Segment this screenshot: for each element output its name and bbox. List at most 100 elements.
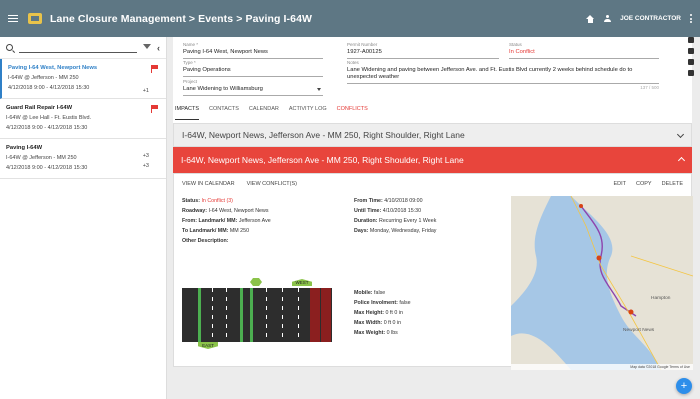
median-line	[198, 288, 201, 342]
max-height-value: 0 ft 0 in	[385, 310, 403, 316]
closed-shoulder	[321, 288, 331, 342]
app-logo-icon	[28, 13, 42, 24]
impact-time-info: From Time: 4/10/2018 09:00 Until Time: 4…	[354, 196, 504, 236]
list-item-title: Paving I-64W	[6, 145, 43, 151]
list-item[interactable]: Paving I-64 West, Newport News I-64W @ J…	[0, 59, 166, 99]
search-bar: ‹	[0, 37, 166, 59]
flag-icon	[151, 65, 158, 73]
delete-icon[interactable]	[688, 70, 694, 76]
impact-restrictions-info: Mobile: false Police Involment: false Ma…	[354, 288, 504, 338]
chevron-up-icon[interactable]	[677, 156, 686, 165]
duration-label: Duration:	[354, 218, 378, 224]
delete-button[interactable]: DELETE	[662, 181, 683, 187]
lane-line	[282, 288, 283, 342]
mobile-label: Mobile:	[354, 290, 373, 296]
from-landmark-label: From: Landmark/ MM:	[182, 218, 238, 224]
notes-count: 137 / 500	[640, 85, 659, 90]
info-icon[interactable]	[688, 37, 694, 43]
project-value: Lane Widening to Williamsburg	[183, 86, 263, 92]
list-item[interactable]: Paving I-64W I-64W @ Jefferson - MM 250 …	[0, 139, 166, 179]
median-line	[240, 288, 243, 342]
median-line	[250, 288, 253, 342]
tab-calendar[interactable]: CALENDAR	[249, 106, 279, 120]
chevron-down-icon[interactable]	[676, 130, 685, 139]
max-width-label: Max Width:	[354, 320, 383, 326]
list-item-dates: 4/12/2018 9:00 - 4/12/2018 15:30	[6, 165, 88, 171]
list-item[interactable]: Guard Rail Repair I-64W I-64W @ Lee Hall…	[0, 99, 166, 139]
view-in-calendar-button[interactable]: VIEW IN CALENDAR	[182, 181, 235, 187]
save-icon[interactable]	[688, 48, 694, 54]
status-field[interactable]: Status In Conflict	[509, 42, 659, 59]
permit-value[interactable]: 1927-A00125	[347, 49, 499, 59]
list-item-location: I-64W @ Jefferson - MM 250	[6, 155, 77, 161]
from-landmark-value: Jefferson Ave	[238, 218, 271, 224]
project-field[interactable]: Project Lane Widening to Williamsburg	[183, 79, 323, 96]
impact-title: I-64W, Newport News, Jefferson Ave - MM …	[182, 130, 465, 140]
other-description-label: Other Description:	[182, 238, 229, 244]
home-icon[interactable]	[586, 14, 595, 23]
edit-button[interactable]: EDIT	[613, 181, 626, 187]
tab-conflicts[interactable]: CONFLICTS	[337, 106, 368, 120]
breadcrumb: Lane Closure Management > Events > Pavin…	[50, 12, 313, 25]
type-value[interactable]: Paving Operations	[183, 67, 323, 77]
type-label: Type *	[183, 60, 196, 65]
user-name[interactable]: JOE CONTRACTOR	[620, 15, 681, 22]
lane-marker-icon	[250, 278, 262, 286]
view-conflicts-button[interactable]: VIEW CONFLICT(S)	[247, 181, 297, 187]
project-select[interactable]: Lane Widening to Williamsburg	[183, 86, 323, 96]
max-weight-label: Max Weight:	[354, 330, 386, 336]
permit-field[interactable]: Permit Number 1927-A00125	[347, 42, 499, 59]
event-list-panel: ‹ Paving I-64 West, Newport News I-64W @…	[0, 37, 167, 399]
search-input[interactable]	[19, 42, 137, 53]
notes-value[interactable]: Lane Widening and paving between Jeffers…	[347, 67, 659, 84]
list-item-location: I-64W @ Lee Hall - Ft. Eustis Blvd.	[6, 115, 92, 121]
status-value[interactable]: In Conflict	[509, 49, 659, 59]
lane-line	[226, 288, 227, 342]
user-icon	[604, 14, 612, 23]
project-label: Project	[183, 79, 198, 84]
list-item-dates: 4/12/2018 9:00 - 4/12/2018 15:30	[8, 85, 90, 91]
permit-label: Permit Number	[347, 42, 378, 47]
impact-header-collapsed[interactable]: I-64W, Newport News, Jefferson Ave - MM …	[173, 123, 692, 147]
tab-bar: IMPACTS CONTACTS CALENDAR ACTIVITY LOG C…	[173, 106, 368, 120]
police-label: Police Involment:	[354, 300, 398, 306]
refresh-icon[interactable]	[688, 59, 694, 65]
map-label: Newport News	[623, 328, 655, 333]
impact-location-info: Status: In Conflict (3) Roadway: I-64 We…	[182, 196, 342, 246]
notes-label: Notes	[347, 60, 359, 65]
collapse-panel-icon[interactable]: ‹	[157, 43, 160, 53]
roadway-label: Roadway:	[182, 208, 208, 214]
status-info-value: In Conflict (3)	[201, 198, 233, 204]
type-field[interactable]: Type * Paving Operations	[183, 60, 323, 77]
copy-button[interactable]: COPY	[636, 181, 652, 187]
status-label: Status	[509, 42, 522, 47]
max-weight-value: 0 lbs	[386, 330, 398, 336]
east-label: EAST	[198, 342, 218, 349]
max-width-value: 0 ft 0 in	[383, 320, 402, 326]
name-value[interactable]: Paving I-64 West, Newport News	[183, 49, 323, 59]
list-item-count: +3	[142, 163, 149, 169]
filter-icon[interactable]	[143, 44, 151, 51]
status-info-label: Status:	[182, 198, 200, 204]
list-item-count: +3	[142, 153, 149, 159]
list-item-count: +1	[142, 88, 149, 94]
list-item-title: Paving I-64 West, Newport News	[8, 65, 98, 71]
more-menu-icon[interactable]	[690, 14, 692, 23]
until-time-value: 4/10/2018 15:30	[382, 208, 422, 214]
tab-contacts[interactable]: CONTACTS	[209, 106, 239, 120]
add-button[interactable]: +	[676, 378, 692, 394]
tab-impacts[interactable]: IMPACTS	[175, 106, 200, 120]
police-value: false	[399, 300, 411, 306]
map[interactable]: Newport News Hampton Map data ©2018 Goog…	[511, 196, 693, 370]
menu-icon[interactable]	[8, 14, 18, 23]
lane-diagram	[182, 288, 332, 342]
from-time-value: 4/10/2018 09:00	[384, 198, 423, 204]
flag-icon	[151, 105, 158, 113]
name-field[interactable]: Name * Paving I-64 West, Newport News	[183, 42, 323, 59]
max-height-label: Max Height:	[354, 310, 385, 316]
tab-activity-log[interactable]: ACTIVITY LOG	[289, 106, 327, 120]
impact-header-expanded[interactable]: I-64W, Newport News, Jefferson Ave - MM …	[173, 147, 692, 173]
notes-field[interactable]: Notes Lane Widening and paving between J…	[347, 60, 659, 90]
dropdown-arrow-icon	[317, 88, 321, 91]
from-time-label: From Time:	[354, 198, 383, 204]
